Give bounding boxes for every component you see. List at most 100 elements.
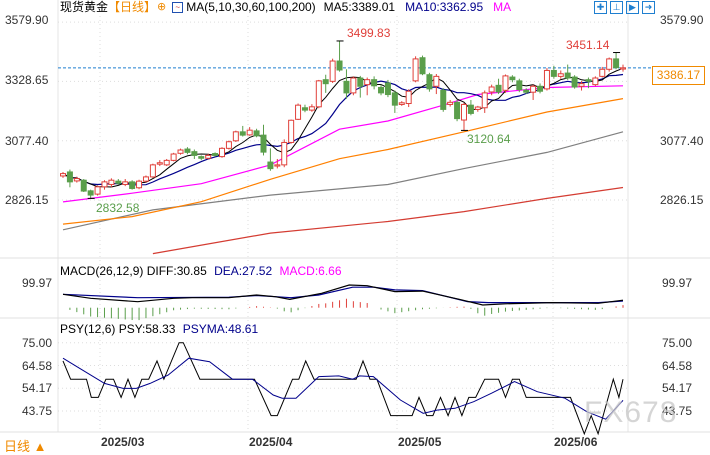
candle xyxy=(163,158,170,167)
left-tick: 3579.90 xyxy=(5,13,49,27)
candle-body xyxy=(391,92,398,106)
candle-body xyxy=(301,107,308,111)
candle xyxy=(301,104,308,113)
candle-body xyxy=(149,164,156,178)
psyma-value: PSYMA:48.61 xyxy=(182,322,259,336)
candle-body xyxy=(343,80,350,94)
candle xyxy=(239,125,246,137)
macd-title: MACD(26,12,9) xyxy=(60,264,144,278)
indicator-chart-icon[interactable]: ~ xyxy=(172,2,184,13)
psy-tick: 43.75 xyxy=(22,404,52,418)
candle-body xyxy=(578,83,585,87)
candle-body xyxy=(564,72,571,79)
candle xyxy=(564,64,571,80)
candle-body xyxy=(205,154,212,159)
psy-panel xyxy=(58,342,628,436)
ma60-line xyxy=(62,98,624,225)
candle xyxy=(537,83,544,94)
candle-body xyxy=(108,179,115,185)
candle xyxy=(315,79,322,109)
play-icon[interactable]: ▶ xyxy=(626,1,639,14)
candle xyxy=(378,84,385,96)
candle-body xyxy=(357,77,364,87)
candle xyxy=(543,68,550,91)
candle-body xyxy=(267,161,274,170)
crosshair-icon[interactable]: ✚ xyxy=(594,1,607,14)
left-tick: 2826.15 xyxy=(5,193,49,207)
candle-body xyxy=(225,141,232,149)
candle xyxy=(495,78,502,95)
candle xyxy=(447,99,454,107)
candle-body xyxy=(481,92,488,109)
macd-tick: 99.97 xyxy=(22,276,52,290)
candle xyxy=(260,124,267,156)
candle-body xyxy=(315,80,322,108)
period-selector[interactable]: 日线 ▲ xyxy=(4,436,46,455)
candle xyxy=(136,179,143,190)
candle xyxy=(108,178,115,188)
ma5-value: MA5:3389.01 xyxy=(323,0,396,14)
candle-body xyxy=(550,69,557,77)
instrument-name: 现货黄金 xyxy=(60,0,109,14)
candle-body xyxy=(260,134,267,153)
psy-tick: 54.17 xyxy=(22,381,52,395)
candle-body xyxy=(419,57,426,75)
candle-body xyxy=(219,147,226,158)
candle xyxy=(336,40,343,72)
candle xyxy=(440,88,447,112)
candle xyxy=(620,64,626,72)
candle xyxy=(592,76,599,87)
candle xyxy=(350,76,357,96)
psy-tick: 54.17 xyxy=(662,381,692,395)
watermark: FX678 xyxy=(584,396,678,429)
candle xyxy=(191,149,198,159)
candle-body xyxy=(94,186,101,195)
candle xyxy=(571,75,578,89)
candle xyxy=(142,175,149,183)
candle xyxy=(232,130,239,142)
left-tick: 3328.65 xyxy=(5,73,49,87)
candle-body xyxy=(426,74,433,90)
candle-body xyxy=(232,131,239,142)
psy-legend: PSY(12,6) PSY:58.33 PSYMA:48.61 xyxy=(60,322,258,336)
candle xyxy=(384,79,391,98)
candle xyxy=(419,55,426,76)
range-icon[interactable]: ⊥ xyxy=(610,1,623,14)
candle-body xyxy=(364,79,371,86)
candle xyxy=(557,70,564,79)
candle-body xyxy=(405,90,412,105)
candle xyxy=(156,160,163,167)
candle xyxy=(170,152,177,162)
candle xyxy=(329,58,336,83)
chart-canvas[interactable]: 3579.90 3328.65 3077.40 2826.15 3579.90 … xyxy=(0,0,710,452)
psy-tick: 64.58 xyxy=(662,359,692,373)
candle xyxy=(412,56,419,83)
psy-value: PSY:58.33 xyxy=(118,322,176,336)
candle-body xyxy=(281,141,288,166)
moving-averages xyxy=(62,67,624,255)
candle-body xyxy=(60,173,66,177)
candle-body xyxy=(156,162,163,165)
candle xyxy=(474,105,481,112)
candle xyxy=(433,74,440,95)
candle xyxy=(391,90,398,113)
date-axis: 2025/03 2025/04 2025/05 2025/06 xyxy=(101,435,598,449)
settings-icon[interactable]: ⊕ xyxy=(157,0,166,15)
candle-body xyxy=(592,77,599,86)
candle xyxy=(460,102,467,131)
candle xyxy=(184,147,191,155)
period-tag[interactable]: 【日线】 xyxy=(108,0,156,15)
candle-body xyxy=(384,82,391,96)
candle xyxy=(177,148,184,155)
candle xyxy=(60,171,66,178)
candle-body xyxy=(516,80,523,91)
candle-body xyxy=(350,77,357,94)
candle-body xyxy=(122,181,129,185)
candle xyxy=(87,189,94,199)
candle xyxy=(267,148,274,171)
candle xyxy=(122,179,129,187)
candle xyxy=(454,99,461,122)
psy-tick: 75.00 xyxy=(22,336,52,350)
exit-icon[interactable]: ➜ xyxy=(642,1,655,14)
candle xyxy=(308,104,315,112)
